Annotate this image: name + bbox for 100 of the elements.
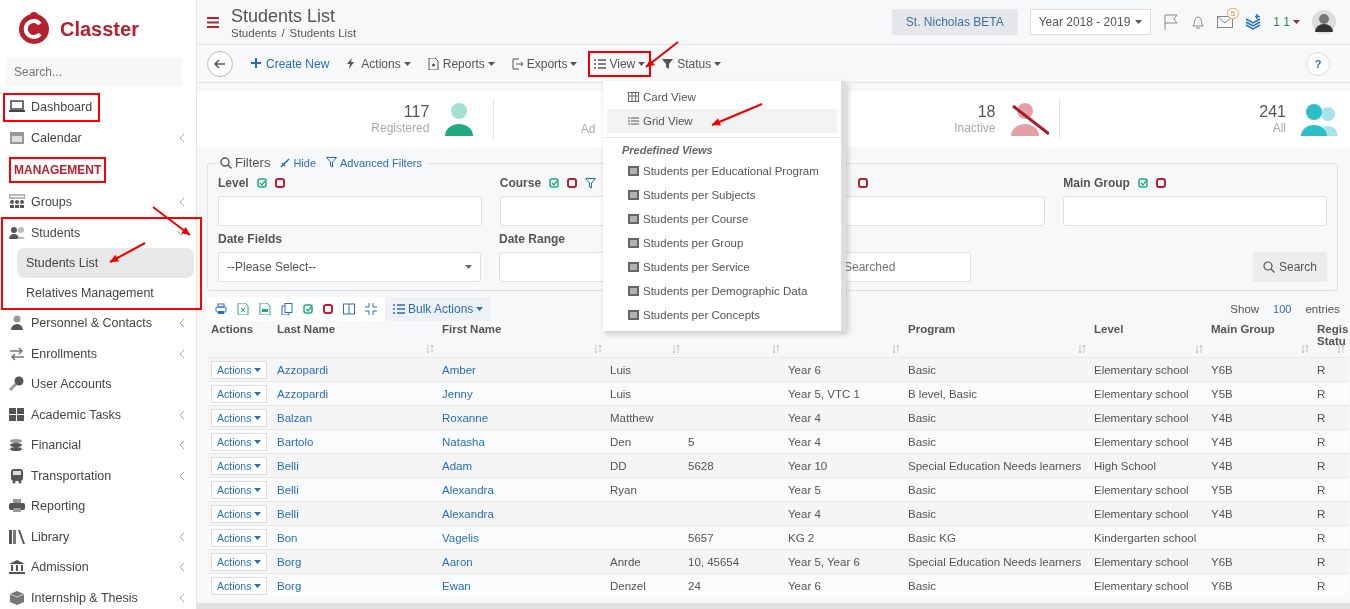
bell-icon[interactable] xyxy=(1191,14,1206,30)
name-link[interactable]: Belli xyxy=(277,483,299,496)
toolbar-button[interactable]: Reports xyxy=(421,50,501,77)
layers-icon[interactable] xyxy=(1245,14,1262,30)
sidebar-item[interactable]: Dashboard xyxy=(0,92,196,123)
bulk-actions-button[interactable]: Bulk Actions xyxy=(385,297,492,321)
sidebar-item[interactable]: Groups xyxy=(0,187,196,218)
submenu-item[interactable]: Students List xyxy=(17,248,194,278)
submenu-item[interactable]: Relatives Management xyxy=(17,278,194,308)
sidebar-item[interactable]: Library xyxy=(0,521,196,552)
name-link[interactable]: Belli xyxy=(277,507,299,520)
flag-icon[interactable] xyxy=(1163,14,1180,30)
search-button[interactable]: Search xyxy=(1252,252,1327,282)
sort-icon[interactable] xyxy=(427,345,434,353)
name-link[interactable]: Aaron xyxy=(442,555,473,568)
page-size-select[interactable]: 100 xyxy=(1273,303,1292,315)
row-actions-button[interactable]: Actions xyxy=(211,528,268,547)
name-link[interactable]: Belli xyxy=(277,459,299,472)
select-all-icon[interactable] xyxy=(303,304,313,314)
sidebar-item[interactable]: Financial xyxy=(0,430,196,461)
name-link[interactable]: Roxanne xyxy=(442,411,489,424)
deselect-icon[interactable] xyxy=(274,178,285,188)
date-fields-select[interactable]: --Please Select-- xyxy=(218,252,481,282)
toolbar-button[interactable]: Create New xyxy=(245,50,336,77)
sidebar-item[interactable]: Transportation xyxy=(0,460,196,491)
menu-item[interactable]: Students per Group xyxy=(607,231,837,255)
name-link[interactable]: Borg xyxy=(277,555,302,568)
sort-icon[interactable] xyxy=(773,345,780,353)
multi-select-field[interactable] xyxy=(218,196,482,226)
column-header[interactable]: Actions xyxy=(211,323,269,335)
deselect-icon[interactable] xyxy=(1155,178,1166,188)
print-icon[interactable] xyxy=(215,303,227,315)
deselect-icon[interactable] xyxy=(857,178,868,188)
sort-icon[interactable] xyxy=(893,345,900,353)
row-actions-button[interactable]: Actions xyxy=(211,384,268,403)
toolbar-button[interactable]: Exports xyxy=(505,50,584,77)
column-header[interactable]: Last Name xyxy=(277,323,434,335)
breadcrumb-item[interactable]: Students List xyxy=(289,26,357,39)
sidebar-item[interactable]: Personnel & Contacts xyxy=(0,308,196,339)
advanced-filters-link[interactable]: Advanced Filters xyxy=(326,156,422,169)
breadcrumb-item[interactable]: Students xyxy=(231,26,277,39)
sidebar-item[interactable]: Academic Tasks xyxy=(0,399,196,430)
row-actions-button[interactable]: Actions xyxy=(211,480,268,499)
hide-link[interactable]: Hide xyxy=(280,156,316,169)
name-link[interactable]: Alexandra xyxy=(442,483,494,496)
menu-item[interactable]: Students per Educational Program xyxy=(607,159,837,183)
deselect-icon[interactable] xyxy=(323,304,333,314)
menu-item[interactable]: Students per Demographic Data xyxy=(607,279,837,303)
back-button[interactable] xyxy=(207,50,233,77)
column-header[interactable]: Program xyxy=(908,323,1086,335)
name-link[interactable]: Bon xyxy=(277,531,298,544)
row-actions-button[interactable]: Actions xyxy=(211,552,268,571)
name-link[interactable]: Amber xyxy=(442,363,476,376)
sidebar-item[interactable]: User Accounts xyxy=(0,369,196,400)
name-link[interactable]: Adam xyxy=(442,459,473,472)
sidebar-item[interactable]: Enrollments xyxy=(0,338,196,369)
name-link[interactable]: Azzopardi xyxy=(277,387,329,400)
sidebar-item[interactable]: Internship & Thesis xyxy=(0,582,196,609)
row-actions-button[interactable]: Actions xyxy=(211,456,268,475)
menu-item[interactable]: Card View xyxy=(607,85,837,109)
sort-icon[interactable] xyxy=(1196,345,1203,353)
name-link[interactable]: Jenny xyxy=(442,387,473,400)
sort-icon[interactable] xyxy=(673,345,680,353)
help-button[interactable]: ? xyxy=(1306,51,1330,76)
name-link[interactable]: Alexandra xyxy=(442,507,494,520)
row-actions-button[interactable]: Actions xyxy=(211,360,268,379)
user-menu[interactable]: 1 1 xyxy=(1273,15,1300,29)
multi-select-field[interactable] xyxy=(1063,196,1327,226)
year-select[interactable]: Year 2018 - 2019 xyxy=(1029,9,1152,35)
name-link[interactable]: Borg xyxy=(277,579,302,592)
sidebar-item[interactable]: Reporting xyxy=(0,491,196,522)
compress-icon[interactable] xyxy=(365,303,377,315)
name-link[interactable]: Bartolo xyxy=(277,435,314,448)
name-link[interactable]: Azzopardi xyxy=(277,363,329,376)
row-actions-button[interactable]: Actions xyxy=(211,576,268,595)
select-all-icon[interactable] xyxy=(256,178,267,188)
menu-item[interactable]: Students per Course xyxy=(607,207,837,231)
row-actions-button[interactable]: Actions xyxy=(211,504,268,523)
excel-icon[interactable] xyxy=(237,303,249,315)
csv-icon[interactable] xyxy=(259,303,271,315)
sort-icon[interactable] xyxy=(1338,345,1345,353)
sidebar-item[interactable]: Calendar xyxy=(0,122,196,153)
name-link[interactable]: Vagelis xyxy=(442,531,479,544)
sidebar-item[interactable]: Admission xyxy=(0,552,196,583)
filter-icon[interactable] xyxy=(585,177,597,189)
sort-icon[interactable] xyxy=(1079,345,1086,353)
columns-icon[interactable] xyxy=(343,303,355,315)
school-name[interactable]: St. Nicholas BETA xyxy=(891,9,1018,35)
name-link[interactable]: Ewan xyxy=(442,579,471,592)
copy-icon[interactable] xyxy=(281,303,293,315)
mail-icon[interactable] xyxy=(1217,16,1234,28)
column-header[interactable]: Level xyxy=(1094,323,1203,335)
search-field[interactable]: Search... xyxy=(6,58,182,86)
row-actions-button[interactable]: Actions xyxy=(211,432,268,451)
select-all-icon[interactable] xyxy=(1137,178,1148,188)
menu-item[interactable]: Students per Concepts xyxy=(607,303,837,327)
name-link[interactable]: Natasha xyxy=(442,435,485,448)
menu-icon[interactable] xyxy=(207,16,219,28)
column-header[interactable]: First Name xyxy=(442,323,602,335)
name-link[interactable]: Balzan xyxy=(277,411,313,424)
